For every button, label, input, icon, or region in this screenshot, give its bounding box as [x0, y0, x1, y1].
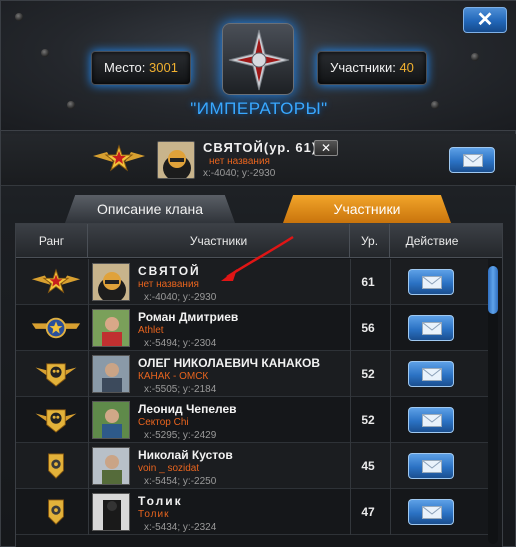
- scrollbar-thumb[interactable]: [488, 266, 498, 314]
- column-action-header: Действие: [405, 234, 459, 248]
- avatar[interactable]: [92, 309, 130, 347]
- member-subtitle: Сектор Chi: [138, 417, 189, 428]
- skull-rank-icon: [30, 403, 82, 437]
- column-rank-header: Ранг: [16, 224, 88, 258]
- clan-window: ✕ Место: 3001 Участники: 40 "ИМПЕРАТОРЫ": [0, 0, 516, 547]
- member-subtitle: Толик: [138, 509, 170, 520]
- shield-rank-icon: [30, 449, 82, 483]
- clan-name: "ИМПЕРАТОРЫ": [190, 99, 328, 118]
- table-row[interactable]: Толик Толик x:-5434; y:-2324 47: [16, 489, 488, 535]
- member-name[interactable]: Роман Дмитриев: [138, 310, 238, 324]
- envelope-icon: [422, 506, 442, 519]
- star-rank-icon: [30, 265, 82, 299]
- clan-leader-strip: СВЯТОЙ(ур. 61) ✕ нет названия x:-4040; y…: [1, 134, 516, 186]
- table-row[interactable]: Роман Дмитриев Athlet x:-5494; y:-2304 5…: [16, 305, 488, 351]
- message-member-button[interactable]: [408, 269, 454, 295]
- table-header: Ранг Участники Ур. Действие: [16, 224, 502, 258]
- avatar[interactable]: [92, 493, 130, 531]
- avatar[interactable]: [92, 447, 130, 485]
- envelope-icon: [422, 368, 442, 381]
- remove-leader-button[interactable]: ✕: [314, 140, 338, 156]
- member-subtitle: voin _ sozidat: [138, 463, 200, 474]
- message-member-button[interactable]: [408, 315, 454, 341]
- envelope-icon: [422, 460, 442, 473]
- member-name[interactable]: СВЯТОЙ: [138, 264, 201, 278]
- clan-emblem-icon: [222, 23, 294, 95]
- members-table: Ранг Участники Ур. Действие СВЯТОЙ нет н…: [15, 223, 503, 547]
- avatar[interactable]: [92, 263, 130, 301]
- message-member-button[interactable]: [408, 499, 454, 525]
- winged-star-rank-icon: [30, 311, 82, 345]
- member-level: 61: [361, 275, 375, 289]
- close-button[interactable]: ✕: [463, 7, 507, 33]
- leader-coords: x:-4040; y:-2930: [203, 168, 276, 179]
- member-subtitle: Athlet: [138, 325, 164, 336]
- member-coords: x:-5295; y:-2429: [144, 430, 217, 441]
- envelope-icon: [422, 276, 442, 289]
- envelope-icon: [422, 322, 442, 335]
- table-row[interactable]: Николай Кустов voin _ sozidat x:-5454; y…: [16, 443, 488, 489]
- message-member-button[interactable]: [408, 407, 454, 433]
- member-name[interactable]: Толик: [138, 494, 183, 508]
- member-coords: x:-5494; y:-2304: [144, 338, 217, 349]
- members-count-box: Участники: 40: [317, 51, 427, 85]
- message-member-button[interactable]: [408, 453, 454, 479]
- place-box: Место: 3001: [91, 51, 191, 85]
- table-row[interactable]: СВЯТОЙ нет названия x:-4040; y:-2930 61: [16, 259, 488, 305]
- member-level: 52: [361, 367, 375, 381]
- avatar[interactable]: [92, 355, 130, 393]
- member-coords: x:-5434; y:-2324: [144, 522, 217, 533]
- rivet-decoration: [471, 53, 479, 61]
- member-coords: x:-4040; y:-2930: [144, 292, 217, 303]
- member-coords: x:-5454; y:-2250: [144, 476, 217, 487]
- member-subtitle: КАНАК - ОМСК: [138, 371, 209, 382]
- member-name[interactable]: Николай Кустов: [138, 448, 233, 462]
- member-level: 47: [361, 505, 375, 519]
- leader-subtitle: нет названия: [209, 156, 270, 167]
- member-level: 56: [361, 321, 375, 335]
- member-level: 52: [361, 413, 375, 427]
- rivet-decoration: [15, 13, 23, 21]
- envelope-icon: [463, 154, 483, 167]
- envelope-icon: [422, 414, 442, 427]
- place-label: Место:: [104, 60, 146, 75]
- members-list: СВЯТОЙ нет названия x:-4040; y:-2930 61 …: [16, 259, 488, 547]
- table-row[interactable]: ОЛЕГ НИКОЛАЕВИЧ КАНАКОВ КАНАК - ОМСК x:-…: [16, 351, 488, 397]
- table-row[interactable]: Леонид Чепелев Сектор Chi x:-5295; y:-24…: [16, 397, 488, 443]
- column-level-header: Ур.: [350, 224, 390, 258]
- message-leader-button[interactable]: [449, 147, 495, 173]
- member-name[interactable]: ОЛЕГ НИКОЛАЕВИЧ КАНАКОВ: [138, 356, 320, 370]
- shield-rank-icon: [30, 495, 82, 529]
- star-rank-icon: [91, 142, 147, 176]
- avatar[interactable]: [92, 401, 130, 439]
- column-members-header: Участники: [88, 224, 350, 258]
- member-level: 45: [361, 459, 375, 473]
- leader-name: СВЯТОЙ(ур. 61): [203, 140, 318, 155]
- members-label: Участники:: [330, 60, 396, 75]
- member-subtitle: нет названия: [138, 279, 199, 290]
- member-coords: x:-5505; y:-2184: [144, 384, 217, 395]
- leader-avatar[interactable]: [157, 141, 195, 179]
- member-name[interactable]: Леонид Чепелев: [138, 402, 237, 416]
- rivet-decoration: [41, 49, 49, 57]
- members-value: 40: [399, 60, 414, 75]
- message-member-button[interactable]: [408, 361, 454, 387]
- clan-header: ✕ Место: 3001 Участники: 40 "ИМПЕРАТОРЫ": [1, 1, 516, 131]
- tab-clan-description[interactable]: Описание клана: [65, 195, 235, 223]
- place-value: 3001: [149, 60, 178, 75]
- tab-members[interactable]: Участники: [283, 195, 451, 223]
- skull-rank-icon: [30, 357, 82, 391]
- members-scrollbar[interactable]: [488, 264, 498, 544]
